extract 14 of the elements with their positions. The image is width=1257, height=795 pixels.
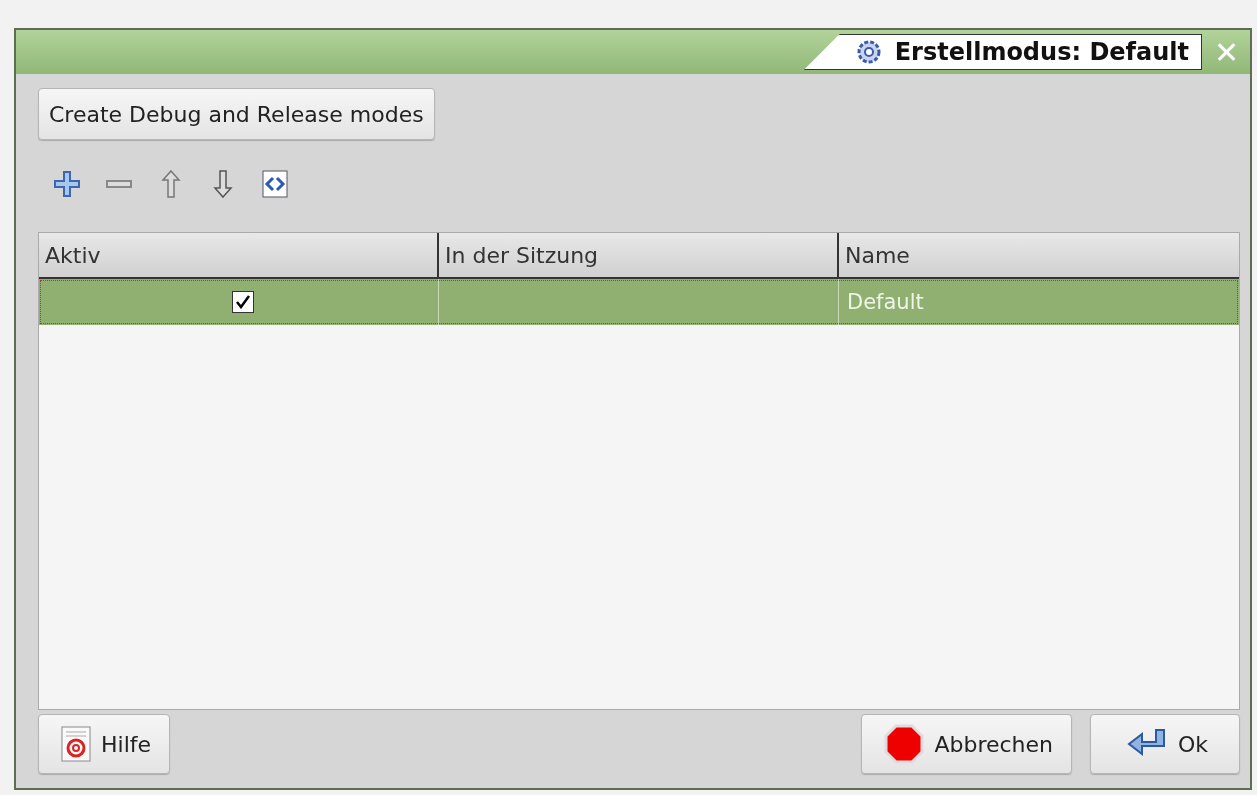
help-button[interactable]: Hilfe [38,714,171,774]
lifebuoy-icon [61,726,91,762]
ok-button[interactable]: Ok [1090,714,1240,774]
code-document-icon[interactable] [260,169,290,199]
window-title: Erstellmodus: Default [894,38,1189,66]
checkbox[interactable] [231,291,254,313]
cancel-button[interactable]: Abbrechen [861,714,1072,774]
add-icon[interactable] [52,169,82,199]
create-modes-button[interactable]: Create Debug and Release modes [38,88,435,140]
column-header[interactable]: Aktiv [39,233,439,277]
column-header[interactable]: In der Sitzung [439,233,839,277]
table-cell: Default [847,290,924,314]
column-header[interactable]: Name [839,233,1239,277]
stop-icon [884,724,925,764]
